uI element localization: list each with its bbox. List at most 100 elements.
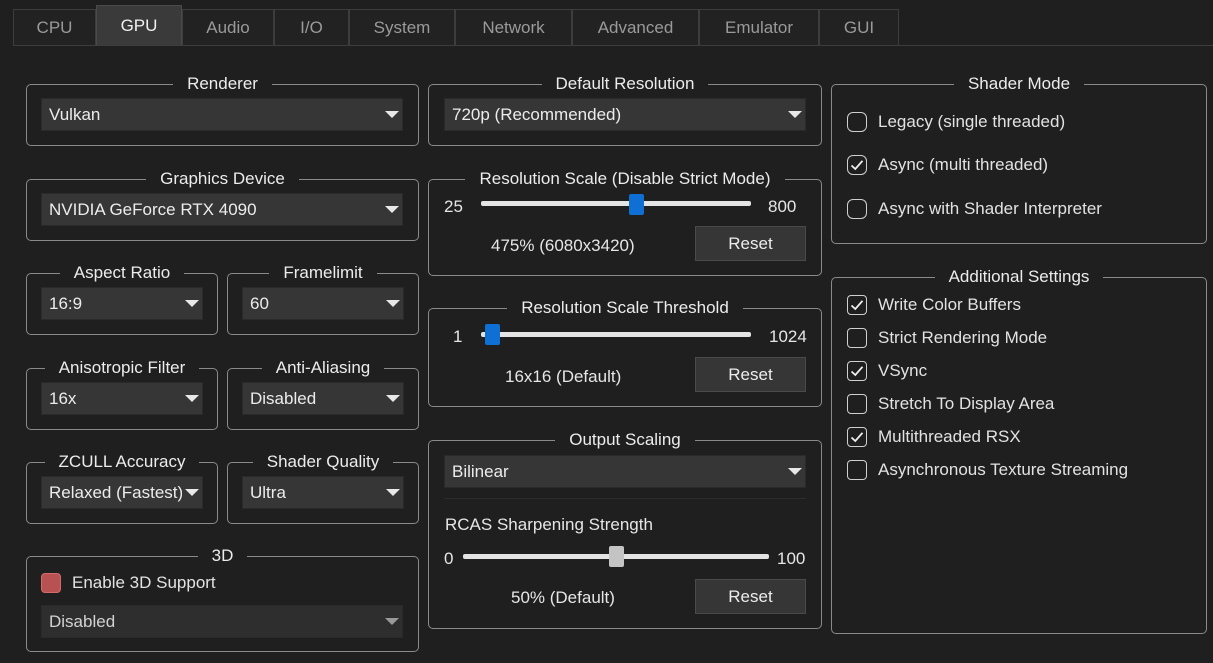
stretch-display-label: Stretch To Display Area	[878, 394, 1055, 413]
multithreaded-rsx-option[interactable]: Multithreaded RSX	[847, 427, 1021, 447]
framelimit-value: 60	[250, 293, 269, 313]
anti-aliasing-title: Anti-Aliasing	[261, 358, 385, 377]
resolution-scale-reset-button[interactable]: Reset	[695, 226, 806, 261]
resolution-threshold-slider[interactable]	[481, 332, 751, 337]
radio-legacy[interactable]	[847, 112, 867, 132]
strict-rendering-checkbox[interactable]	[847, 328, 867, 348]
rcas-min: 0	[444, 549, 454, 568]
anisotropic-filter-title: Anisotropic Filter	[44, 358, 200, 377]
shader-quality-value: Ultra	[250, 482, 286, 502]
chevron-down-icon	[785, 99, 805, 130]
chevron-down-icon	[382, 99, 402, 130]
graphics-device-value: NVIDIA GeForce RTX 4090	[49, 199, 257, 219]
3d-title: 3D	[197, 546, 248, 565]
rcas-handle[interactable]	[608, 546, 624, 567]
resolution-threshold-handle[interactable]	[484, 324, 500, 345]
write-color-buffers-option[interactable]: Write Color Buffers	[847, 295, 1021, 315]
enable-3d-checkbox[interactable]	[41, 573, 61, 593]
chevron-down-icon	[382, 606, 402, 637]
shader-quality-title: Shader Quality	[252, 452, 394, 471]
default-resolution-value: 720p (Recommended)	[452, 104, 622, 124]
tab-system[interactable]: System	[349, 9, 455, 45]
anisotropic-filter-group: Anisotropic Filter 16x	[26, 358, 218, 430]
stretch-display-checkbox[interactable]	[847, 394, 867, 414]
chevron-down-icon	[383, 288, 403, 319]
tab-underline	[13, 45, 1213, 46]
shader-mode-group: Shader Mode Legacy (single threaded) Asy…	[831, 74, 1207, 244]
enable-3d-checkbox-row[interactable]: Enable 3D Support	[41, 573, 216, 593]
chevron-down-icon	[785, 456, 805, 487]
resolution-scale-group: Resolution Scale (Disable Strict Mode) 2…	[428, 169, 822, 276]
shader-mode-legacy-option[interactable]: Legacy (single threaded)	[847, 112, 1065, 132]
additional-settings-title: Additional Settings	[934, 267, 1104, 286]
zcull-accuracy-dropdown[interactable]: Relaxed (Fastest)	[41, 476, 203, 509]
anti-aliasing-dropdown[interactable]: Disabled	[242, 382, 404, 415]
output-scaling-group: Output Scaling Bilinear RCAS Sharpening …	[428, 430, 822, 629]
divider	[444, 498, 806, 499]
radio-async-interpreter[interactable]	[847, 199, 867, 219]
async-texture-streaming-option[interactable]: Asynchronous Texture Streaming	[847, 460, 1128, 480]
strict-rendering-option[interactable]: Strict Rendering Mode	[847, 328, 1047, 348]
multithreaded-rsx-label: Multithreaded RSX	[878, 427, 1021, 446]
chevron-down-icon	[182, 288, 202, 319]
output-scaling-value: Bilinear	[452, 461, 509, 481]
strict-rendering-label: Strict Rendering Mode	[878, 328, 1048, 347]
shader-mode-title: Shader Mode	[953, 74, 1085, 93]
resolution-threshold-group: Resolution Scale Threshold 1 1024 16x16 …	[428, 298, 822, 407]
tab-emulator[interactable]: Emulator	[699, 9, 819, 45]
3d-mode-value: Disabled	[49, 611, 116, 631]
tab-io[interactable]: I/O	[274, 9, 349, 45]
default-resolution-title: Default Resolution	[541, 74, 709, 93]
graphics-device-dropdown[interactable]: NVIDIA GeForce RTX 4090	[41, 193, 403, 226]
framelimit-title: Framelimit	[269, 263, 377, 282]
zcull-accuracy-title: ZCULL Accuracy	[44, 452, 200, 471]
renderer-title: Renderer	[173, 74, 272, 93]
multithreaded-rsx-checkbox[interactable]	[847, 427, 867, 447]
rcas-reset-button[interactable]: Reset	[695, 579, 806, 614]
stretch-display-option[interactable]: Stretch To Display Area	[847, 394, 1054, 414]
default-resolution-dropdown[interactable]: 720p (Recommended)	[444, 98, 806, 131]
tab-network[interactable]: Network	[455, 9, 572, 45]
tab-audio[interactable]: Audio	[182, 9, 274, 45]
resolution-threshold-value: 16x16 (Default)	[505, 367, 622, 386]
shader-mode-interpreter-option[interactable]: Async with Shader Interpreter	[847, 199, 1102, 219]
graphics-device-title: Graphics Device	[146, 169, 299, 188]
anisotropic-filter-value: 16x	[49, 388, 77, 408]
async-texture-streaming-label: Asynchronous Texture Streaming	[878, 460, 1129, 479]
write-color-buffers-checkbox[interactable]	[847, 295, 867, 315]
resolution-scale-slider[interactable]	[481, 201, 751, 206]
vsync-checkbox[interactable]	[847, 361, 867, 381]
write-color-buffers-label: Write Color Buffers	[878, 295, 1021, 314]
aspect-ratio-value: 16:9	[49, 293, 83, 313]
resolution-threshold-min: 1	[453, 327, 463, 346]
anisotropic-filter-dropdown[interactable]: 16x	[41, 382, 203, 415]
anti-aliasing-group: Anti-Aliasing Disabled	[227, 358, 419, 430]
resolution-scale-handle[interactable]	[629, 194, 645, 215]
3d-mode-dropdown[interactable]: Disabled	[41, 605, 403, 638]
shader-mode-interpreter-label: Async with Shader Interpreter	[878, 199, 1102, 218]
resolution-threshold-reset-button[interactable]: Reset	[695, 357, 806, 392]
tab-bar: CPU GPU Audio I/O System Network Advance…	[13, 5, 899, 46]
shader-mode-async-option[interactable]: Async (multi threaded)	[847, 155, 1048, 175]
framelimit-dropdown[interactable]: 60	[242, 287, 404, 320]
aspect-ratio-dropdown[interactable]: 16:9	[41, 287, 203, 320]
async-texture-streaming-checkbox[interactable]	[847, 460, 867, 480]
rcas-value: 50% (Default)	[511, 588, 615, 607]
graphics-device-group: Graphics Device NVIDIA GeForce RTX 4090	[26, 169, 419, 241]
zcull-accuracy-group: ZCULL Accuracy Relaxed (Fastest)	[26, 452, 218, 524]
renderer-dropdown[interactable]: Vulkan	[41, 98, 403, 131]
tab-cpu[interactable]: CPU	[13, 9, 96, 45]
chevron-down-icon	[182, 477, 202, 508]
output-scaling-dropdown[interactable]: Bilinear	[444, 455, 806, 488]
tab-advanced[interactable]: Advanced	[572, 9, 699, 45]
default-resolution-group: Default Resolution 720p (Recommended)	[428, 74, 822, 146]
chevron-down-icon	[383, 477, 403, 508]
resolution-scale-title: Resolution Scale (Disable Strict Mode)	[465, 169, 785, 188]
tab-gui[interactable]: GUI	[819, 9, 899, 45]
renderer-value: Vulkan	[49, 104, 101, 124]
vsync-option[interactable]: VSync	[847, 361, 927, 381]
shader-quality-dropdown[interactable]: Ultra	[242, 476, 404, 509]
radio-async[interactable]	[847, 155, 867, 175]
tab-gpu[interactable]: GPU	[96, 5, 182, 46]
additional-settings-group: Additional Settings Write Color Buffers …	[831, 267, 1207, 634]
